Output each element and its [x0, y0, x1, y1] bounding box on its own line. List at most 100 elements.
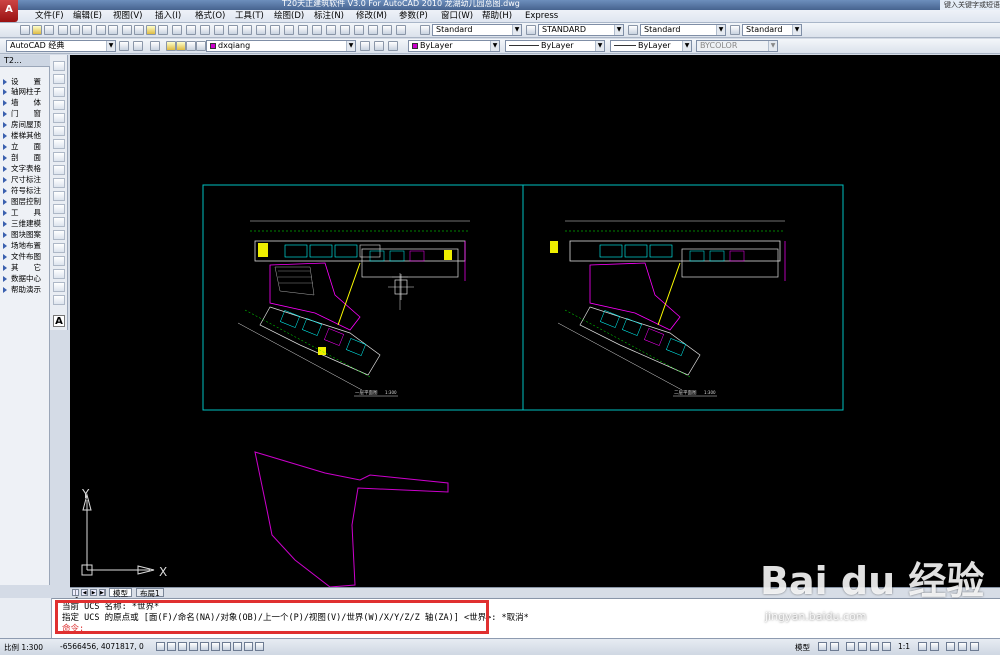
snap-mode-icon[interactable]	[156, 642, 165, 651]
quickcalc-icon[interactable]	[368, 25, 378, 35]
point-icon[interactable]	[53, 230, 65, 240]
panel-item-axis[interactable]: 轴网柱子	[3, 87, 50, 97]
zoom-status-icon[interactable]	[858, 642, 867, 651]
menu-view[interactable]: 视图(V)	[113, 11, 142, 22]
annotation-visibility-icon[interactable]	[918, 642, 927, 651]
match-properties-icon[interactable]	[158, 25, 168, 35]
model-view-icon[interactable]	[818, 642, 827, 651]
panel-item-file-layout[interactable]: 文件布图	[3, 252, 50, 262]
add-selected-icon[interactable]	[53, 295, 65, 305]
panel-item-stairs[interactable]: 楼梯其他	[3, 131, 50, 141]
viewport-frame-left[interactable]	[202, 184, 524, 411]
menu-dimension[interactable]: 标注(N)	[314, 11, 344, 22]
menu-modify[interactable]: 修改(M)	[356, 11, 387, 22]
arc-icon[interactable]	[53, 126, 65, 136]
gradient-icon[interactable]	[53, 256, 65, 266]
menu-tools[interactable]: 工具(T)	[235, 11, 264, 22]
plotstyle-select[interactable]: BYCOLOR ▼	[696, 40, 778, 52]
command-window[interactable]: 当前 UCS 名称: *世界* 指定 UCS 的原点或 [面(F)/命名(NA)…	[52, 598, 1000, 638]
prev-tab-icon[interactable]: ◀	[81, 589, 88, 596]
layer-previous-icon[interactable]	[374, 41, 384, 51]
block-editor-icon[interactable]	[172, 25, 182, 35]
layer-properties-icon[interactable]	[150, 41, 160, 51]
color-select[interactable]: ByLayer ▼	[408, 40, 500, 52]
panel-item-settings[interactable]: 设 置	[3, 77, 50, 87]
workspace-select[interactable]: AutoCAD 经典 ▼	[6, 40, 116, 52]
construction-line-icon[interactable]	[53, 74, 65, 84]
menu-edit[interactable]: 编辑(E)	[73, 11, 102, 22]
save-icon[interactable]	[44, 25, 54, 35]
quick-properties-icon[interactable]	[255, 642, 264, 651]
panel-item-section[interactable]: 剖 面	[3, 153, 50, 163]
panel-item-text[interactable]: 文字表格	[3, 164, 50, 174]
panel-item-door[interactable]: 门 窗	[3, 109, 50, 119]
menu-express[interactable]: Express	[525, 11, 558, 22]
menu-help[interactable]: 帮助(H)	[482, 11, 512, 22]
sheet-set-icon[interactable]	[340, 25, 350, 35]
lineweight-select[interactable]: ByLayer ▼	[610, 40, 692, 52]
pan-status-icon[interactable]	[846, 642, 855, 651]
steering-wheel-icon[interactable]	[870, 642, 879, 651]
tab-layout1[interactable]: 布局1	[136, 588, 164, 598]
last-tab-icon[interactable]: ▶|	[99, 589, 106, 596]
panel-item-symbol[interactable]: 符号标注	[3, 186, 50, 196]
menu-format[interactable]: 格式(O)	[195, 11, 225, 22]
floor-plan-left[interactable]: 一层平面图 1:300	[237, 220, 470, 397]
drawing-canvas[interactable]: 一层平面图 1:300 二层平面图 1:300 Y X	[70, 55, 1000, 587]
floor-plan-right[interactable]: 二层平面图 1:300	[550, 220, 786, 397]
panel-item-layer[interactable]: 图层控制	[3, 197, 50, 207]
workspace-switch-icon[interactable]	[946, 642, 955, 651]
open-icon[interactable]	[32, 25, 42, 35]
lineweight-toggle-icon[interactable]	[244, 642, 253, 651]
status-model-label[interactable]: 模型	[795, 642, 810, 653]
copy-icon[interactable]	[134, 25, 144, 35]
polyline-icon[interactable]	[53, 87, 65, 97]
linetype-select[interactable]: ByLayer ▼	[505, 40, 605, 52]
workspace-icon[interactable]	[133, 41, 143, 51]
status-coordinates[interactable]: -6566456, 4071817, 0	[60, 642, 144, 651]
panel-item-data-center[interactable]: 数据中心	[3, 274, 50, 284]
next-tab-icon[interactable]: ▶	[90, 589, 97, 596]
rectangle-icon[interactable]	[53, 113, 65, 123]
menu-parameters[interactable]: 参数(P)	[399, 11, 428, 22]
zoom-realtime-icon[interactable]	[256, 25, 266, 35]
redo-dropdown-icon[interactable]	[228, 25, 238, 35]
circle-icon[interactable]	[53, 139, 65, 149]
print-preview-icon[interactable]	[70, 25, 80, 35]
hatch-icon[interactable]	[53, 243, 65, 253]
markup-icon[interactable]	[354, 25, 364, 35]
search-box[interactable]: 键入关键字或短语	[940, 0, 1000, 10]
object-snap-icon[interactable]	[200, 642, 209, 651]
print-icon[interactable]	[58, 25, 68, 35]
viewport-frame-right[interactable]	[522, 184, 844, 411]
lock-icon[interactable]	[958, 642, 967, 651]
panel-item-site[interactable]: 场地布置	[3, 241, 50, 251]
cut-icon[interactable]	[122, 25, 132, 35]
polygon-icon[interactable]	[53, 100, 65, 110]
polar-tracking-icon[interactable]	[189, 642, 198, 651]
annotation-scale[interactable]: 1:1	[898, 642, 910, 651]
layer-select[interactable]: dxqiang ▼	[206, 40, 356, 52]
panel-item-elevation[interactable]: 立 面	[3, 142, 50, 152]
undo-dropdown-icon[interactable]	[200, 25, 210, 35]
plot-icon[interactable]	[96, 25, 106, 35]
publish-icon[interactable]	[82, 25, 92, 35]
region-icon[interactable]	[53, 269, 65, 279]
ortho-mode-icon[interactable]	[178, 642, 187, 651]
object-snap-tracking-icon[interactable]	[211, 642, 220, 651]
mleader-style-icon[interactable]	[730, 25, 740, 35]
help-icon[interactable]	[382, 25, 392, 35]
pan-icon[interactable]	[242, 25, 252, 35]
table-icon[interactable]	[53, 282, 65, 292]
design-center-icon[interactable]	[312, 25, 322, 35]
menu-window[interactable]: 窗口(W)	[441, 11, 473, 22]
clean-screen-icon[interactable]	[970, 642, 979, 651]
layer-icon[interactable]	[396, 25, 406, 35]
ducs-icon[interactable]	[222, 642, 231, 651]
command-window-handle[interactable]	[0, 598, 52, 638]
tool-palettes-icon[interactable]	[326, 25, 336, 35]
ellipse-arc-icon[interactable]	[53, 191, 65, 201]
insert-block-icon[interactable]	[53, 204, 65, 214]
menu-draw[interactable]: 绘图(D)	[274, 11, 304, 22]
panel-item-dimension[interactable]: 尺寸标注	[3, 175, 50, 185]
